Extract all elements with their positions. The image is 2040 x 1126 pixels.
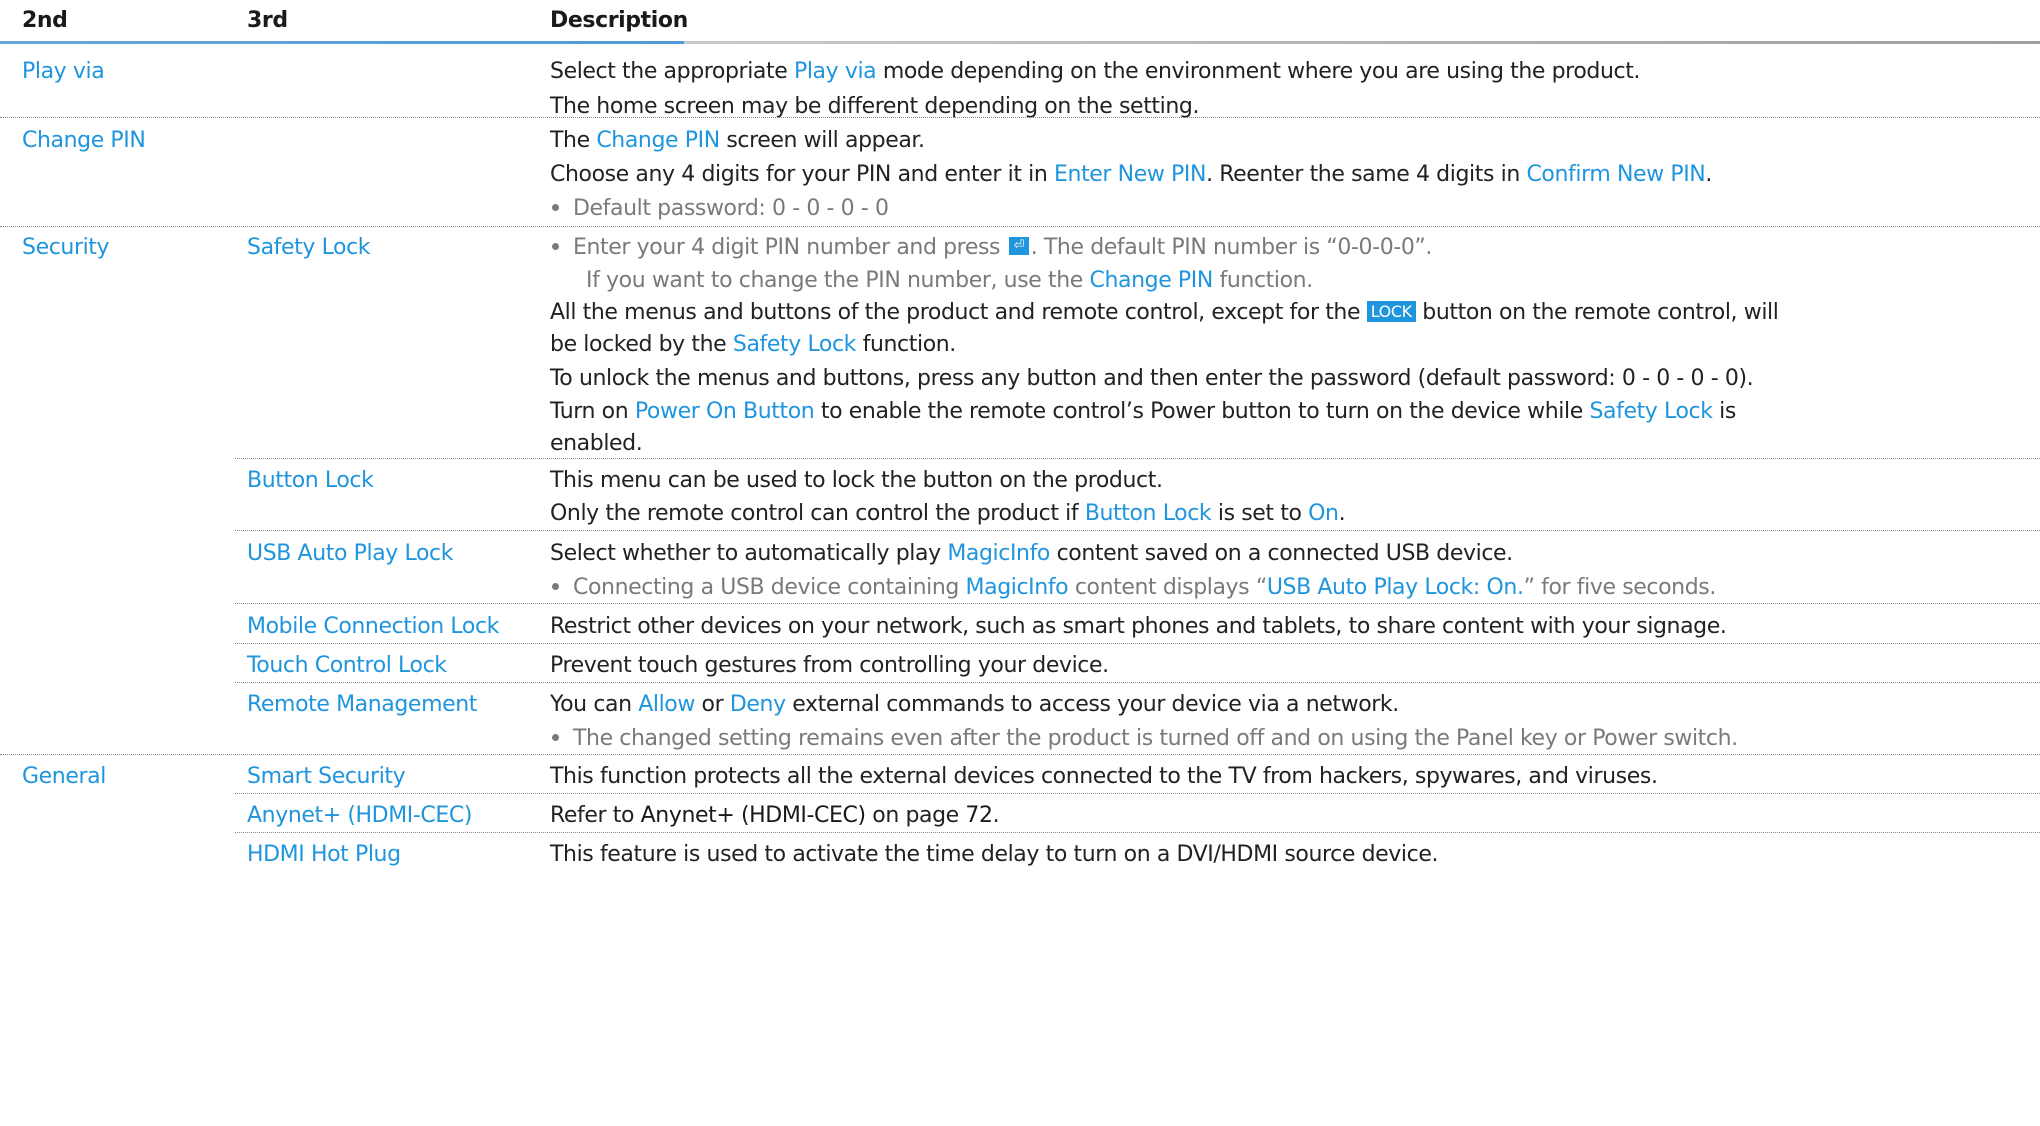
row-label-remote-management[interactable]: Remote Management <box>247 692 477 717</box>
row-label-button-lock[interactable]: Button Lock <box>247 468 374 493</box>
touch-control-desc: Prevent touch gestures from controlling … <box>550 653 1109 678</box>
usb-auto-play-note: Connecting a USB device containing Magic… <box>552 575 1716 600</box>
row-divider <box>235 530 2040 531</box>
hdmi-hot-plug-desc: This feature is used to activate the tim… <box>550 842 1439 867</box>
safety-lock-desc-3: To unlock the menus and buttons, press a… <box>550 366 1754 391</box>
change-pin-desc-2: Choose any 4 digits for your PIN and ent… <box>550 162 1712 187</box>
row-label-change-pin[interactable]: Change PIN <box>22 128 146 153</box>
row-divider <box>0 117 2040 118</box>
remote-management-desc-1: You can Allow or Deny external commands … <box>550 692 1399 717</box>
bullet-icon <box>552 242 559 250</box>
safety-lock-desc-1: All the menus and buttons of the product… <box>550 300 1779 325</box>
safety-lock-desc-4: Turn on Power On Button to enable the re… <box>550 399 1736 424</box>
safety-lock-bullet-1: Enter your 4 digit PIN number and press … <box>552 235 1432 260</box>
row-label-touch-control-lock[interactable]: Touch Control Lock <box>247 653 447 678</box>
row-divider <box>235 793 2040 794</box>
safety-lock-desc-2: be locked by the Safety Lock function. <box>550 332 956 357</box>
play-via-desc-2: The home screen may be different dependi… <box>550 94 1200 119</box>
header-bar-grey <box>684 41 2040 44</box>
row-divider <box>0 226 2040 227</box>
lock-key-icon: LOCK <box>1366 300 1416 322</box>
anynet-desc: Refer to Anynet+ (HDMI-CEC) on page 72. <box>550 803 1000 828</box>
safety-lock-bullet-2: If you want to change the PIN number, us… <box>586 268 1313 293</box>
row-divider <box>235 458 2040 459</box>
row-divider <box>235 832 2040 833</box>
row-label-safety-lock[interactable]: Safety Lock <box>247 235 371 260</box>
change-pin-desc-1: The Change PIN screen will appear. <box>550 128 925 153</box>
header-col-description: Description <box>550 8 688 33</box>
button-lock-desc-1: This menu can be used to lock the button… <box>550 468 1163 493</box>
row-label-mobile-connection-lock[interactable]: Mobile Connection Lock <box>247 614 499 639</box>
bullet-icon <box>552 733 559 741</box>
row-divider <box>235 643 2040 644</box>
play-via-desc-1: Select the appropriate Play via mode dep… <box>550 59 1641 84</box>
row-label-security[interactable]: Security <box>22 235 110 260</box>
enter-key-icon: ⏎ <box>1008 237 1029 255</box>
header-bar-blue <box>0 41 684 44</box>
row-divider <box>235 682 2040 683</box>
header-col-2nd: 2nd <box>22 8 68 33</box>
row-divider <box>235 603 2040 604</box>
smart-security-desc: This function protects all the external … <box>550 764 1658 789</box>
header-col-3rd: 3rd <box>247 8 288 33</box>
table-header: 2nd 3rd Description <box>0 0 2040 44</box>
row-label-anynet[interactable]: Anynet+ (HDMI-CEC) <box>247 803 472 828</box>
remote-management-note: The changed setting remains even after t… <box>552 726 1738 751</box>
row-label-general[interactable]: General <box>22 764 106 789</box>
usb-auto-play-desc-1: Select whether to automatically play Mag… <box>550 541 1513 566</box>
mobile-connection-desc: Restrict other devices on your network, … <box>550 614 1727 639</box>
row-label-hdmi-hot-plug[interactable]: HDMI Hot Plug <box>247 842 401 867</box>
safety-lock-desc-5: enabled. <box>550 431 643 456</box>
bullet-icon <box>552 203 559 211</box>
bullet-icon <box>552 582 559 590</box>
change-pin-note: Default password: 0 - 0 - 0 - 0 <box>552 196 889 221</box>
row-label-smart-security[interactable]: Smart Security <box>247 764 406 789</box>
button-lock-desc-2: Only the remote control can control the … <box>550 501 1346 526</box>
row-label-usb-auto-play-lock[interactable]: USB Auto Play Lock <box>247 541 453 566</box>
row-divider <box>0 754 2040 755</box>
row-label-play-via[interactable]: Play via <box>22 59 105 84</box>
